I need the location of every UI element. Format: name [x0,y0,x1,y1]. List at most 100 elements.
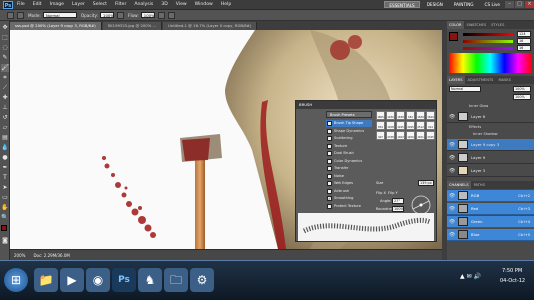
start-button-icon[interactable]: ⊞ [4,268,28,292]
roundness-field[interactable]: 100% [392,206,404,212]
channel-row-red[interactable]: 👁 Red Ctrl+3 [447,203,534,215]
menu-window[interactable]: Window [195,2,213,7]
shape-tool-icon[interactable]: ▭ [1,194,9,202]
brush-option-7[interactable]: Noise [326,173,372,180]
eyedropper-tool-icon[interactable]: ⟋ [1,84,9,92]
blue-value[interactable]: 16 [517,45,531,51]
eye-icon[interactable]: 👁 [449,168,455,174]
flip-x-checkbox[interactable]: Flip X [376,191,386,195]
clone-stamp-tool-icon[interactable]: ⊥ [1,104,9,112]
brush-tip-cell[interactable]: 1840 [426,111,435,120]
brush-option-3[interactable]: Texture [326,143,372,150]
brush-tip-cell[interactable]: 1451 [416,131,425,140]
move-tool-icon[interactable]: ✥ [1,24,9,32]
tab-styles[interactable]: STYLES [489,21,506,29]
brush-tip-cell[interactable]: 1838 [396,111,405,120]
marquee-tool-icon[interactable]: ⬚ [1,34,9,42]
brush-tool-icon[interactable]: 🖌 [1,64,9,72]
brush-tip-cell[interactable]: 2345 [426,131,435,140]
brush-tip-cell[interactable]: 2338 [386,131,395,140]
clock-date[interactable]: 04-Oct-12 [500,278,525,284]
red-slider[interactable] [463,33,513,36]
brush-presets-button[interactable]: Brush Presets [326,111,372,118]
layer-fill-field[interactable]: 100% [513,94,531,100]
tab-color[interactable]: COLOR [447,21,464,29]
eye-icon[interactable]: 👁 [449,232,455,238]
tab-document-3[interactable]: Untitled-1 @ 16.7% (Layer 0 copy, RGB/8#… [163,22,258,30]
gradient-tool-icon[interactable]: ▤ [1,134,9,142]
brush-option-2[interactable]: Scattering [326,135,372,142]
type-tool-icon[interactable]: T [1,174,9,182]
eye-icon[interactable]: 👁 [449,206,455,212]
menu-edit[interactable]: Edit [33,2,42,7]
tab-swatches[interactable]: SWATCHES [465,21,489,29]
media-player-icon[interactable]: ▶ [60,268,84,292]
app-icon[interactable]: ⚙ [190,268,214,292]
brush-tip-cell[interactable]: 1930 [386,111,395,120]
red-value[interactable]: 124 [517,31,531,37]
eye-icon[interactable]: 👁 [449,219,455,225]
dodge-tool-icon[interactable]: ● [1,154,9,162]
brush-option-1[interactable]: Shape Dynamics [326,128,372,135]
foreground-color-swatch[interactable] [1,225,7,231]
brush-tip-cell[interactable]: 907 [376,131,385,140]
tab-paths[interactable]: PATHS [472,181,487,189]
brush-option-9[interactable]: Airbrush [326,188,372,195]
workspace-essentials-button[interactable]: ESSENTIALS [384,1,420,8]
brush-tip-cell[interactable]: 1463 [396,131,405,140]
option-checkbox[interactable] [327,136,332,141]
option-checkbox[interactable] [327,166,332,171]
healing-tool-icon[interactable]: ✚ [1,94,9,102]
brush-tip-cell[interactable]: 834 [376,121,385,130]
menu-3d[interactable]: 3D [161,2,167,7]
brush-tip-cell[interactable]: 652 [406,111,415,120]
folder-icon[interactable]: 🗀 [164,268,188,292]
tab-adjustments[interactable]: ADJUSTMENTS [466,76,496,84]
eye-icon[interactable]: 👁 [449,114,455,120]
option-checkbox[interactable] [327,158,332,164]
minimize-icon[interactable]: – [505,1,514,8]
cs-live-button[interactable]: CS Live [481,1,504,8]
tab-masks[interactable]: MASKS [496,76,512,84]
brush-tip-cell[interactable]: 2495 [406,121,415,130]
brush-tip-cell[interactable]: 1805 [376,111,385,120]
menu-layer[interactable]: Layer [72,2,85,7]
brush-tip-cell[interactable]: 1495 [396,121,405,130]
tab-channels[interactable]: CHANNELS [447,181,471,189]
channel-row-blue[interactable]: 👁 Blue Ctrl+5 [447,229,534,241]
color-panel-swatch[interactable] [449,32,458,41]
eye-icon[interactable]: 👁 [449,155,455,161]
pen-tool-icon[interactable]: ✒ [1,164,9,172]
green-value[interactable]: 16 [517,38,531,44]
green-slider[interactable] [463,40,513,43]
eye-icon[interactable]: 👁 [449,142,455,148]
flip-y-checkbox[interactable]: Flip Y [388,191,398,195]
layer-row-selected[interactable]: 👁 Layer 9 copy 3 [447,139,534,151]
brush-option-10[interactable]: ✓ Smoothing [326,195,372,202]
brush-option-8[interactable]: Wet Edges [326,180,372,187]
brush-tip-cell[interactable]: 1458 [386,121,395,130]
tab-document-2[interactable]: SK199325.jpg @ 200% ... [102,22,163,30]
zoom-tool-icon[interactable]: 🔍 [1,214,9,222]
airbrush-icon[interactable] [157,11,165,19]
menu-help[interactable]: Help [221,2,231,7]
layer-row[interactable]: 👁 Layer 6 [447,111,534,123]
blend-mode-select[interactable]: Normal [449,86,481,92]
workspace-painting-button[interactable]: PAINTING [450,1,478,8]
tray-icons[interactable]: ▲ ✉ 🔊 [460,273,481,280]
flow-field[interactable]: 100% [140,12,155,18]
effects-row[interactable]: Effects [447,124,534,131]
color-ramp[interactable] [449,53,532,73]
layer-opacity-field[interactable]: 100% [513,86,531,92]
menu-select[interactable]: Select [93,2,107,7]
brush-option-0[interactable]: Brush Tip Shape [326,120,372,127]
option-checkbox[interactable] [327,181,332,186]
option-checkbox[interactable] [327,143,332,149]
option-checkbox[interactable] [327,203,332,209]
menu-image[interactable]: Image [50,2,64,7]
eraser-tool-icon[interactable]: ▱ [1,124,9,132]
close-icon[interactable]: × [525,1,534,8]
brush-option-11[interactable]: Protect Texture [326,203,372,210]
brush-tip-cell[interactable]: 1839 [416,111,425,120]
tab-layers[interactable]: LAYERS [447,76,465,84]
